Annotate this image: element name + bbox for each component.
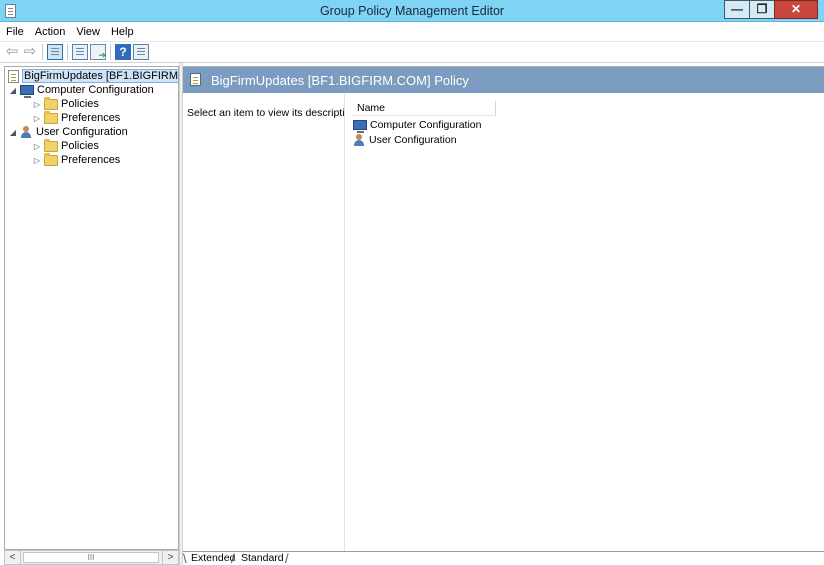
- tree-item-label: Computer Configuration: [37, 84, 154, 96]
- folder-icon: [44, 110, 58, 124]
- menu-action[interactable]: Action: [35, 26, 66, 38]
- restore-button[interactable]: ❐: [749, 0, 775, 19]
- folder-icon: [44, 138, 58, 152]
- toolbar-separator: [110, 44, 111, 60]
- scroll-left-button[interactable]: <: [5, 551, 21, 564]
- folder-icon: [44, 96, 58, 110]
- tree-item-label: BigFirmUpdates [BF1.BIGFIRM.COM: [22, 69, 178, 83]
- toolbar-separator: [67, 44, 68, 60]
- expand-arrow-icon[interactable]: ▷: [32, 142, 42, 151]
- tree-item-label: Policies: [61, 98, 99, 110]
- window-controls: — ❐ ✕: [724, 0, 818, 19]
- list-item-label: User Configuration: [369, 134, 457, 146]
- collapse-arrow-icon[interactable]: ◢: [8, 86, 18, 95]
- scroll-right-button[interactable]: >: [162, 551, 178, 564]
- show-hide-action-pane-icon[interactable]: [133, 44, 149, 60]
- details-pane: BigFirmUpdates [BF1.BIGFIRM.COM] Policy …: [183, 66, 824, 552]
- expand-arrow-icon[interactable]: ▷: [32, 114, 42, 123]
- user-icon: [353, 133, 366, 147]
- tree-item-label: Preferences: [61, 154, 121, 166]
- expand-arrow-icon[interactable]: ▷: [32, 156, 42, 165]
- forward-icon[interactable]: ⇨: [22, 44, 38, 60]
- show-hide-console-tree-icon[interactable]: [47, 44, 63, 60]
- menu-file[interactable]: File: [6, 26, 24, 38]
- close-button[interactable]: ✕: [774, 0, 818, 19]
- tree-item-user-policies[interactable]: ▷ Policies: [32, 138, 99, 153]
- menu-help[interactable]: Help: [111, 26, 134, 38]
- policy-document-icon: [190, 73, 201, 86]
- column-header-name[interactable]: Name: [353, 101, 496, 116]
- minimize-button[interactable]: —: [724, 0, 750, 19]
- tab-standard[interactable]: Standard: [235, 552, 290, 565]
- list-item-computer-configuration[interactable]: Computer Configuration: [353, 118, 482, 133]
- tree-item-computer-policies[interactable]: ▷ Policies: [32, 96, 99, 111]
- help-icon[interactable]: ?: [115, 44, 131, 60]
- tree-item-label: Preferences: [61, 112, 121, 124]
- description-text: Select an item to view its description.: [187, 107, 360, 119]
- back-icon[interactable]: ⇦: [4, 44, 20, 60]
- list-item-label: Computer Configuration: [370, 119, 482, 131]
- properties-icon[interactable]: [72, 44, 88, 60]
- tree-horizontal-scrollbar[interactable]: < III >: [4, 550, 179, 565]
- list-item-user-configuration[interactable]: User Configuration: [353, 133, 457, 147]
- folder-icon: [44, 152, 58, 166]
- console-tree[interactable]: BigFirmUpdates [BF1.BIGFIRM.COM ◢ Comput…: [4, 66, 179, 550]
- window-title: Group Policy Management Editor: [319, 4, 505, 18]
- export-list-icon[interactable]: [90, 44, 106, 61]
- expand-arrow-icon[interactable]: ▷: [32, 100, 42, 109]
- tree-item-computer-preferences[interactable]: ▷ Preferences: [32, 110, 121, 125]
- minimize-icon: —: [731, 2, 743, 16]
- tab-divider: /: [285, 551, 289, 565]
- tree-item-computer-configuration[interactable]: ◢ Computer Configuration: [8, 83, 154, 98]
- scrollbar-thumb[interactable]: III: [23, 552, 159, 563]
- tree-item-user-configuration[interactable]: ◢ User Configuration: [8, 125, 128, 139]
- computer-icon: [353, 120, 367, 133]
- user-icon: [20, 125, 33, 139]
- toolbar: ⇦ ⇨ ?: [0, 41, 824, 63]
- collapse-arrow-icon[interactable]: ◢: [8, 128, 18, 137]
- tree-item-user-preferences[interactable]: ▷ Preferences: [32, 152, 121, 167]
- tree-item-label: User Configuration: [36, 126, 128, 138]
- item-list[interactable]: Name Computer Configuration User Configu…: [344, 94, 824, 552]
- policy-document-icon: [8, 69, 19, 83]
- title-bar: Group Policy Management Editor — ❐ ✕: [0, 0, 824, 22]
- toolbar-separator: [42, 44, 43, 60]
- details-header: BigFirmUpdates [BF1.BIGFIRM.COM] Policy: [183, 67, 824, 93]
- computer-icon: [20, 85, 34, 98]
- view-tabs: \ Extended / Standard /: [183, 551, 824, 565]
- details-title: BigFirmUpdates [BF1.BIGFIRM.COM] Policy: [211, 73, 469, 88]
- tree-item-root[interactable]: BigFirmUpdates [BF1.BIGFIRM.COM: [8, 69, 178, 83]
- restore-icon: ❐: [756, 2, 768, 16]
- tree-item-label: Policies: [61, 140, 99, 152]
- close-icon: ✕: [790, 2, 802, 16]
- menu-view[interactable]: View: [76, 26, 100, 38]
- menu-bar: File Action View Help: [0, 22, 824, 41]
